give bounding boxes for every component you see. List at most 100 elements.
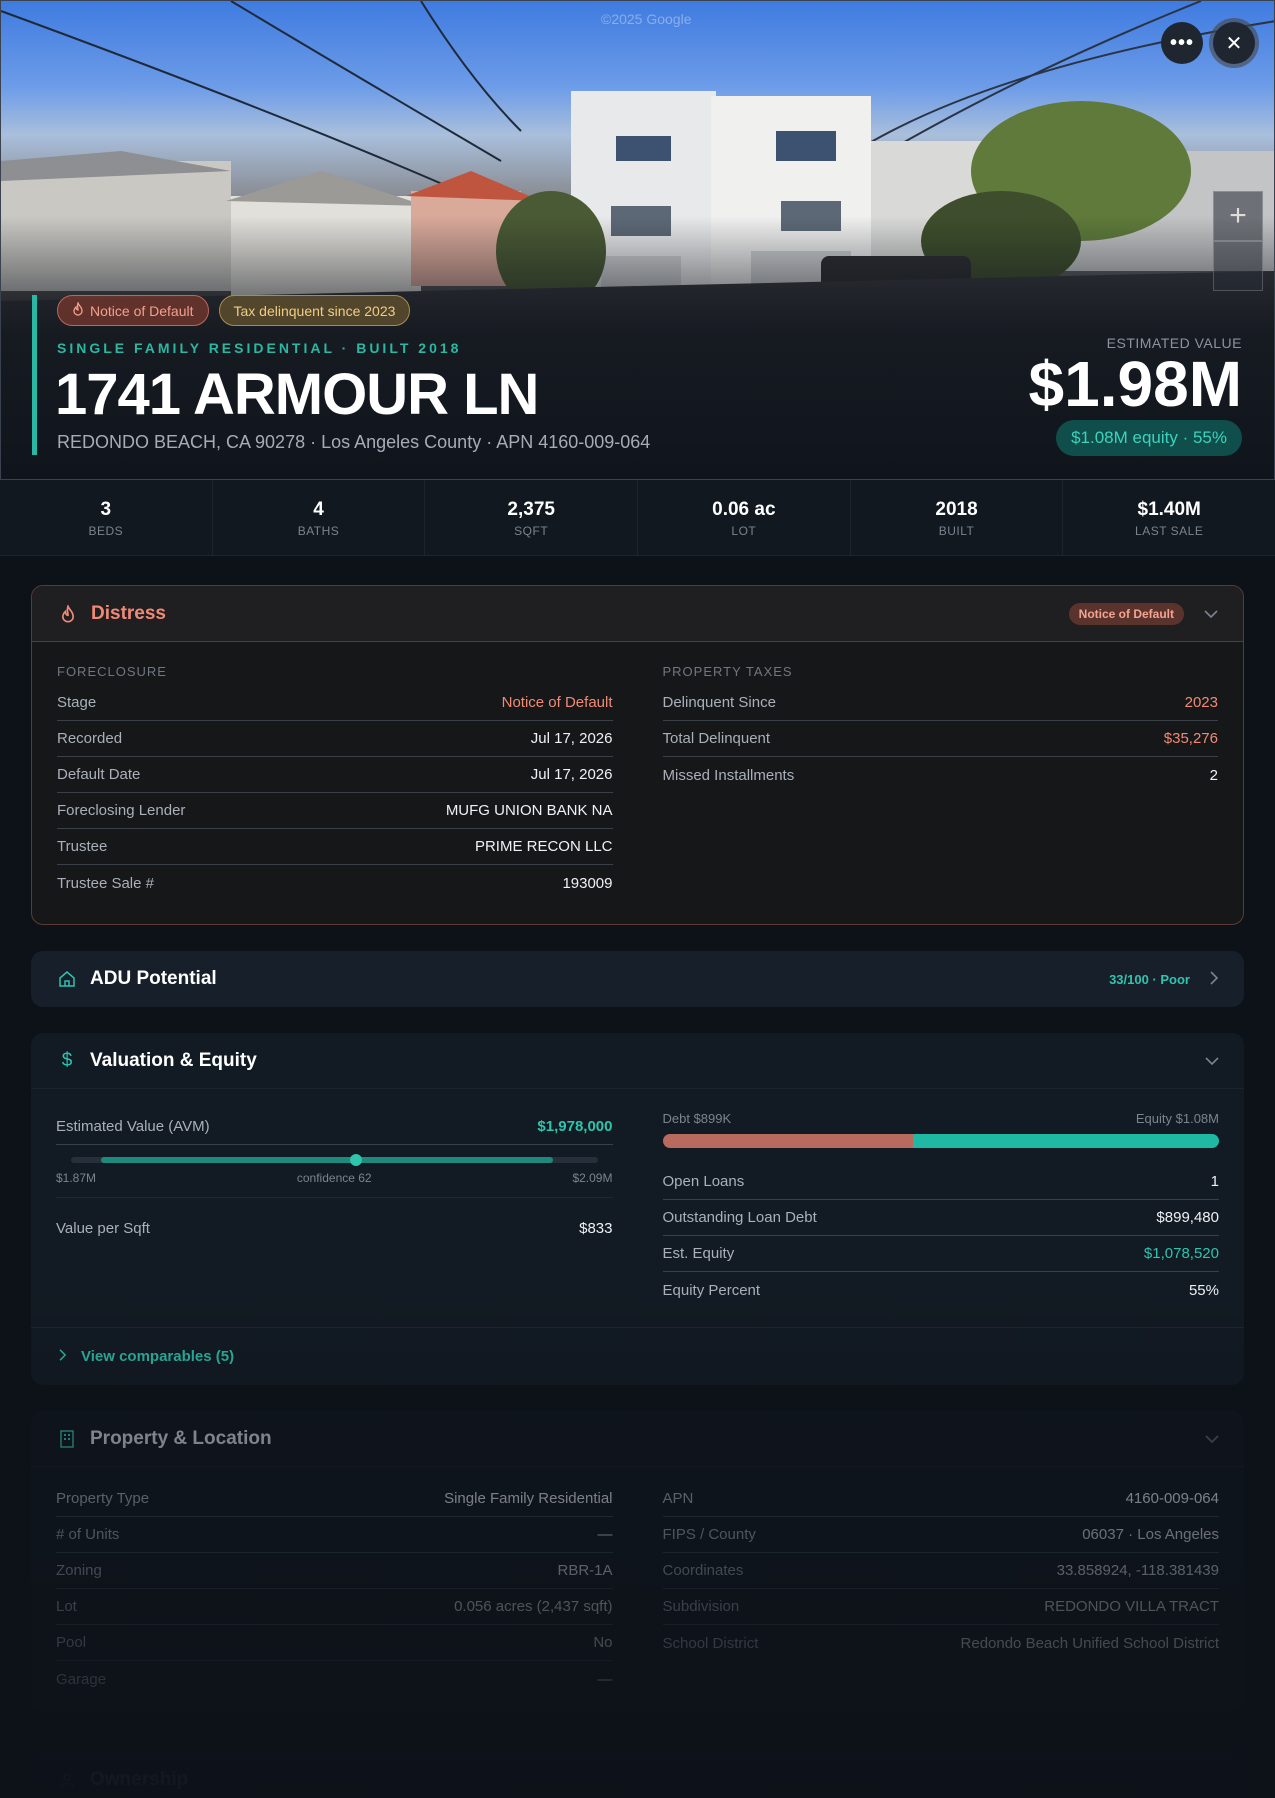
chevron-down-icon[interactable] [1205, 1431, 1219, 1447]
zoom-in-button[interactable]: + [1213, 191, 1263, 241]
row-key: Property Type [56, 1490, 150, 1507]
property-taxes-section: PROPERTY TAXES Delinquent Since 2023 Tota… [662, 642, 1219, 901]
view-comparables-label: View comparables (5) [81, 1348, 235, 1365]
row-key: Outstanding Loan Debt [662, 1209, 817, 1226]
detail-row: APN 4160-009-064 [662, 1481, 1219, 1517]
stat-label: BATHS [297, 524, 340, 538]
row-key: Delinquent Since [662, 694, 776, 711]
user-icon [56, 1769, 78, 1791]
detail-row: Default Date Jul 17, 2026 [57, 757, 613, 793]
ownership-header[interactable]: Ownership [31, 1752, 1244, 1798]
zoom-out-button[interactable] [1213, 241, 1263, 291]
row-key: Value per Sqft [56, 1219, 150, 1237]
row-key: School District [662, 1634, 759, 1652]
ownership-card[interactable]: Ownership [31, 1752, 1244, 1798]
row-value: Single Family Residential [444, 1490, 613, 1507]
distress-header[interactable]: Distress Notice of Default [32, 586, 1243, 642]
distress-title: Distress [91, 602, 166, 624]
view-comparables-link[interactable]: View comparables (5) [31, 1327, 1244, 1385]
row-value: $899,480 [1156, 1209, 1219, 1226]
detail-row: Lot 0.056 acres (2,437 sqft) [56, 1589, 613, 1625]
accent-bar [32, 295, 37, 455]
detail-row: Subdivision REDONDO VILLA TRACT [662, 1589, 1219, 1625]
building-icon [56, 1428, 78, 1450]
chevron-right-icon[interactable] [1210, 970, 1219, 988]
row-key: APN [662, 1490, 694, 1507]
detail-row: Est. Equity $1,078,520 [662, 1236, 1219, 1272]
row-key: FIPS / County [662, 1526, 756, 1543]
more-options-button[interactable]: ••• [1161, 22, 1203, 64]
estimate-marker [350, 1154, 362, 1166]
detail-row: Property Type Single Family Residential [56, 1481, 613, 1517]
detail-row: Trustee PRIME RECON LLC [57, 829, 613, 865]
row-value: 1 [1210, 1173, 1219, 1190]
row-value: RBR-1A [557, 1562, 613, 1579]
adu-potential-card[interactable]: ADU Potential 33/100 · Poor [31, 951, 1244, 1007]
detail-row: Total Delinquent $35,276 [662, 721, 1218, 757]
row-key: Subdivision [662, 1598, 740, 1615]
detail-row: Equity Percent 55% [663, 1272, 1220, 1308]
stat-label: LAST SALE [1135, 524, 1204, 538]
value-per-sqft-row: Value per Sqft $833 [56, 1198, 613, 1258]
row-value: 06037 · Los Angeles [1082, 1526, 1219, 1543]
confidence-range-bar [71, 1154, 598, 1166]
row-value: 193009 [562, 874, 613, 892]
row-value: — [597, 1526, 613, 1543]
debt-segment [662, 1134, 913, 1148]
ownership-title: Ownership [90, 1769, 189, 1790]
debt-equity-section: Debt $899K Equity $1.08M Open Loans 1 Out… [662, 1089, 1220, 1308]
stat-value: 0.06 ac [712, 499, 776, 520]
row-value: 33.858924, -118.381439 [1056, 1562, 1219, 1579]
adu-header[interactable]: ADU Potential 33/100 · Poor [31, 951, 1244, 1007]
range-labels: $1.87M confidence 62 $2.09M [56, 1171, 613, 1198]
property-address: 1741 ARMOUR LN [55, 362, 539, 427]
row-value: 55% [1188, 1281, 1219, 1299]
stat-label: BUILT [938, 524, 975, 538]
row-value: Redondo Beach Unified School District [960, 1634, 1219, 1652]
detail-row: Foreclosing Lender MUFG UNION BANK NA [57, 793, 613, 829]
row-value: 4160-009-064 [1125, 1490, 1219, 1507]
avm-section: Estimated Value (AVM) $1,978,000 $1.87M … [56, 1089, 613, 1308]
notice-of-default-badge: Notice of Default [57, 295, 209, 326]
row-key: # of Units [56, 1526, 120, 1543]
valuation-header[interactable]: $ Valuation & Equity [31, 1033, 1244, 1089]
adu-title: ADU Potential [90, 968, 217, 989]
status-badge: Notice of Default [1068, 603, 1184, 625]
badge-label: Notice of Default [90, 302, 194, 319]
chevron-down-icon[interactable] [1205, 1053, 1219, 1069]
detail-row: Outstanding Loan Debt $899,480 [662, 1200, 1219, 1236]
row-value: PRIME RECON LLC [474, 838, 613, 855]
close-button[interactable]: ✕ [1213, 22, 1255, 64]
detail-row: Missed Installments 2 [663, 757, 1219, 793]
valuation-equity-card: $ Valuation & Equity Estimated Value (AV… [31, 1033, 1244, 1385]
debt-equity-labels: Debt $899K Equity $1.08M [663, 1111, 1220, 1126]
stats-bar: 3 BEDS 4 BATHS 2,375 SQFT 0.06 ac LOT 20… [0, 480, 1275, 556]
detail-row: Garage — [56, 1661, 613, 1697]
row-value: $1,078,520 [1143, 1245, 1219, 1262]
foreclosure-section: FORECLOSURE Stage Notice of Default Recor… [57, 642, 613, 901]
property-header[interactable]: Property & Location [31, 1411, 1244, 1467]
street-view-hero[interactable]: ©2025 Google ••• ✕ + Notice of Default T… [0, 0, 1275, 480]
detail-row: Coordinates 33.858924, -118.381439 [662, 1553, 1219, 1589]
dollar-icon: $ [61, 1049, 73, 1071]
property-left-column: Property Type Single Family Residential #… [56, 1481, 613, 1697]
row-key: Trustee Sale # [57, 874, 154, 892]
avm-row: Estimated Value (AVM) $1,978,000 [56, 1109, 613, 1145]
chevron-down-icon[interactable] [1204, 606, 1218, 622]
range-fill [101, 1157, 553, 1163]
tax-delinquent-badge: Tax delinquent since 2023 [218, 295, 411, 326]
row-value: Notice of Default [501, 694, 613, 711]
stat-baths: 4 BATHS [213, 480, 426, 555]
home-icon [56, 968, 78, 990]
stat-value: 3 [100, 499, 112, 520]
property-right-column: APN 4160-009-064 FIPS / County 06037 · Los… [662, 1481, 1219, 1697]
row-key: Trustee [57, 838, 108, 855]
row-value: 2 [1209, 766, 1218, 784]
range-low: $1.87M [56, 1171, 97, 1185]
row-value: Jul 17, 2026 [530, 730, 613, 747]
range-high: $2.09M [572, 1171, 613, 1185]
row-value: Jul 17, 2026 [530, 766, 613, 783]
debt-label: Debt $899K [662, 1111, 732, 1126]
stat-beds: 3 BEDS [0, 480, 213, 555]
section-label: PROPERTY TAXES [662, 664, 793, 679]
